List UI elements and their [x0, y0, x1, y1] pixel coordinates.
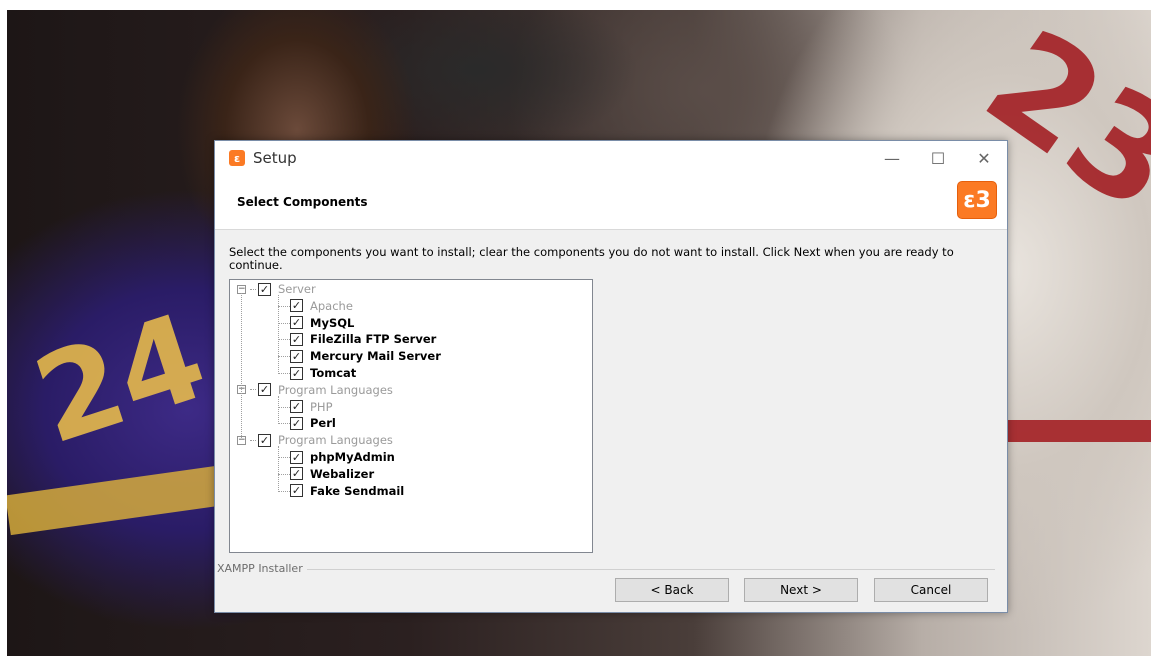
tree-connector: [250, 389, 256, 391]
components-tree[interactable]: − ✓ Server ✓ Apache ✓ MySQL ✓ FileZilla FTP Serv…: [229, 279, 593, 553]
tree-item-label: Mercury Mail Server: [310, 349, 441, 364]
checkbox[interactable]: ✓: [290, 484, 303, 498]
tree-item-php[interactable]: ✓ PHP: [290, 399, 333, 415]
setup-window: ε Setup — ☐ ✕ Select Components ε3 Selec…: [214, 140, 1008, 613]
footer-divider: [217, 569, 995, 570]
wizard-header: Select Components ε3: [215, 175, 1007, 230]
tree-item-tomcat[interactable]: ✓ Tomcat: [290, 365, 356, 381]
tree-connector: [278, 457, 290, 458]
tree-connector: [278, 322, 290, 324]
tree-item-label: phpMyAdmin: [310, 450, 395, 464]
installer-label: XAMPP Installer: [217, 562, 307, 575]
instructions-text: Select the components you want to instal…: [229, 245, 954, 272]
next-button[interactable]: Next >: [744, 578, 858, 602]
checkbox[interactable]: ✓: [290, 416, 303, 430]
minimize-button[interactable]: —: [869, 141, 915, 175]
tree-item-mysql[interactable]: ✓ MySQL: [290, 315, 354, 331]
close-button[interactable]: ✕: [961, 141, 1007, 175]
checkbox[interactable]: ✓: [290, 316, 303, 330]
wallpaper-stripe-2: [1007, 420, 1151, 442]
title-bar[interactable]: ε Setup — ☐ ✕: [215, 141, 1007, 175]
tree-connector: [278, 406, 290, 408]
tree-item-perl[interactable]: ✓ Perl: [290, 415, 336, 431]
tree-connector: [278, 490, 290, 492]
tree-connector: [250, 288, 256, 290]
tree-connector: [278, 446, 279, 492]
tree-item-label: FileZilla FTP Server: [310, 332, 437, 347]
tree-item-webalizer[interactable]: ✓ Webalizer: [290, 466, 374, 482]
tree-item-label: Webalizer: [310, 466, 375, 481]
checkbox[interactable]: ✓: [290, 400, 303, 414]
cancel-button[interactable]: Cancel: [874, 578, 988, 602]
tree-item-fake-sendmail[interactable]: ✓ Fake Sendmail: [290, 483, 404, 499]
tree-connector: [278, 423, 290, 425]
tree-group-program-languages[interactable]: − ✓ Program Languages: [237, 382, 393, 398]
tree-item-label: Tomcat: [310, 366, 357, 380]
checkbox[interactable]: ✓: [258, 383, 271, 397]
tree-connector: [278, 473, 290, 475]
xampp-icon: ε: [229, 150, 245, 166]
tree-connector: [278, 395, 279, 425]
checkbox[interactable]: ✓: [290, 332, 303, 346]
xampp-logo-icon: ε3: [957, 181, 997, 219]
window-title: Setup: [253, 149, 297, 167]
page-title: Select Components: [237, 195, 368, 209]
tree-item-label: PHP: [310, 399, 333, 414]
tree-connector: [278, 305, 290, 307]
checkbox[interactable]: ✓: [290, 349, 303, 363]
tree-item-label: Server: [278, 282, 316, 296]
tree-connector: [278, 373, 290, 374]
checkbox[interactable]: ✓: [258, 433, 271, 447]
checkbox[interactable]: ✓: [290, 366, 303, 380]
tree-group-program-languages[interactable]: − ✓ Program Languages: [237, 432, 393, 448]
checkbox[interactable]: ✓: [290, 467, 303, 481]
tree-connector: [278, 295, 279, 374]
tree-item-apache[interactable]: ✓ Apache: [290, 298, 353, 314]
tree-connector: [250, 439, 256, 441]
tree-item-phpmyadmin[interactable]: ✓ phpMyAdmin: [290, 449, 395, 465]
window-controls: — ☐ ✕: [869, 141, 1007, 175]
tree-item-label: Program Languages: [278, 433, 393, 448]
tree-connector: [278, 339, 290, 341]
tree-connector: [278, 356, 290, 358]
maximize-button[interactable]: ☐: [915, 141, 961, 175]
tree-group-server[interactable]: − ✓ Server: [237, 281, 316, 297]
tree-item-label: Apache: [310, 298, 353, 313]
tree-item-label: Fake Sendmail: [310, 483, 405, 498]
back-button[interactable]: < Back: [615, 578, 729, 602]
wallpaper-jersey-number: 24: [19, 287, 222, 472]
tree-item-label: MySQL: [310, 315, 355, 330]
tree-item-filezilla-ftp-server[interactable]: ✓ FileZilla FTP Server: [290, 331, 436, 347]
wallpaper-stripe: [7, 464, 229, 536]
checkbox[interactable]: ✓: [258, 282, 271, 296]
checkbox[interactable]: ✓: [290, 299, 303, 313]
checkbox[interactable]: ✓: [290, 450, 303, 464]
tree-item-label: Program Languages: [278, 382, 393, 397]
tree-item-label: Perl: [310, 416, 336, 431]
tree-item-mercury-mail-server[interactable]: ✓ Mercury Mail Server: [290, 348, 441, 364]
tree-connector: [241, 293, 242, 441]
